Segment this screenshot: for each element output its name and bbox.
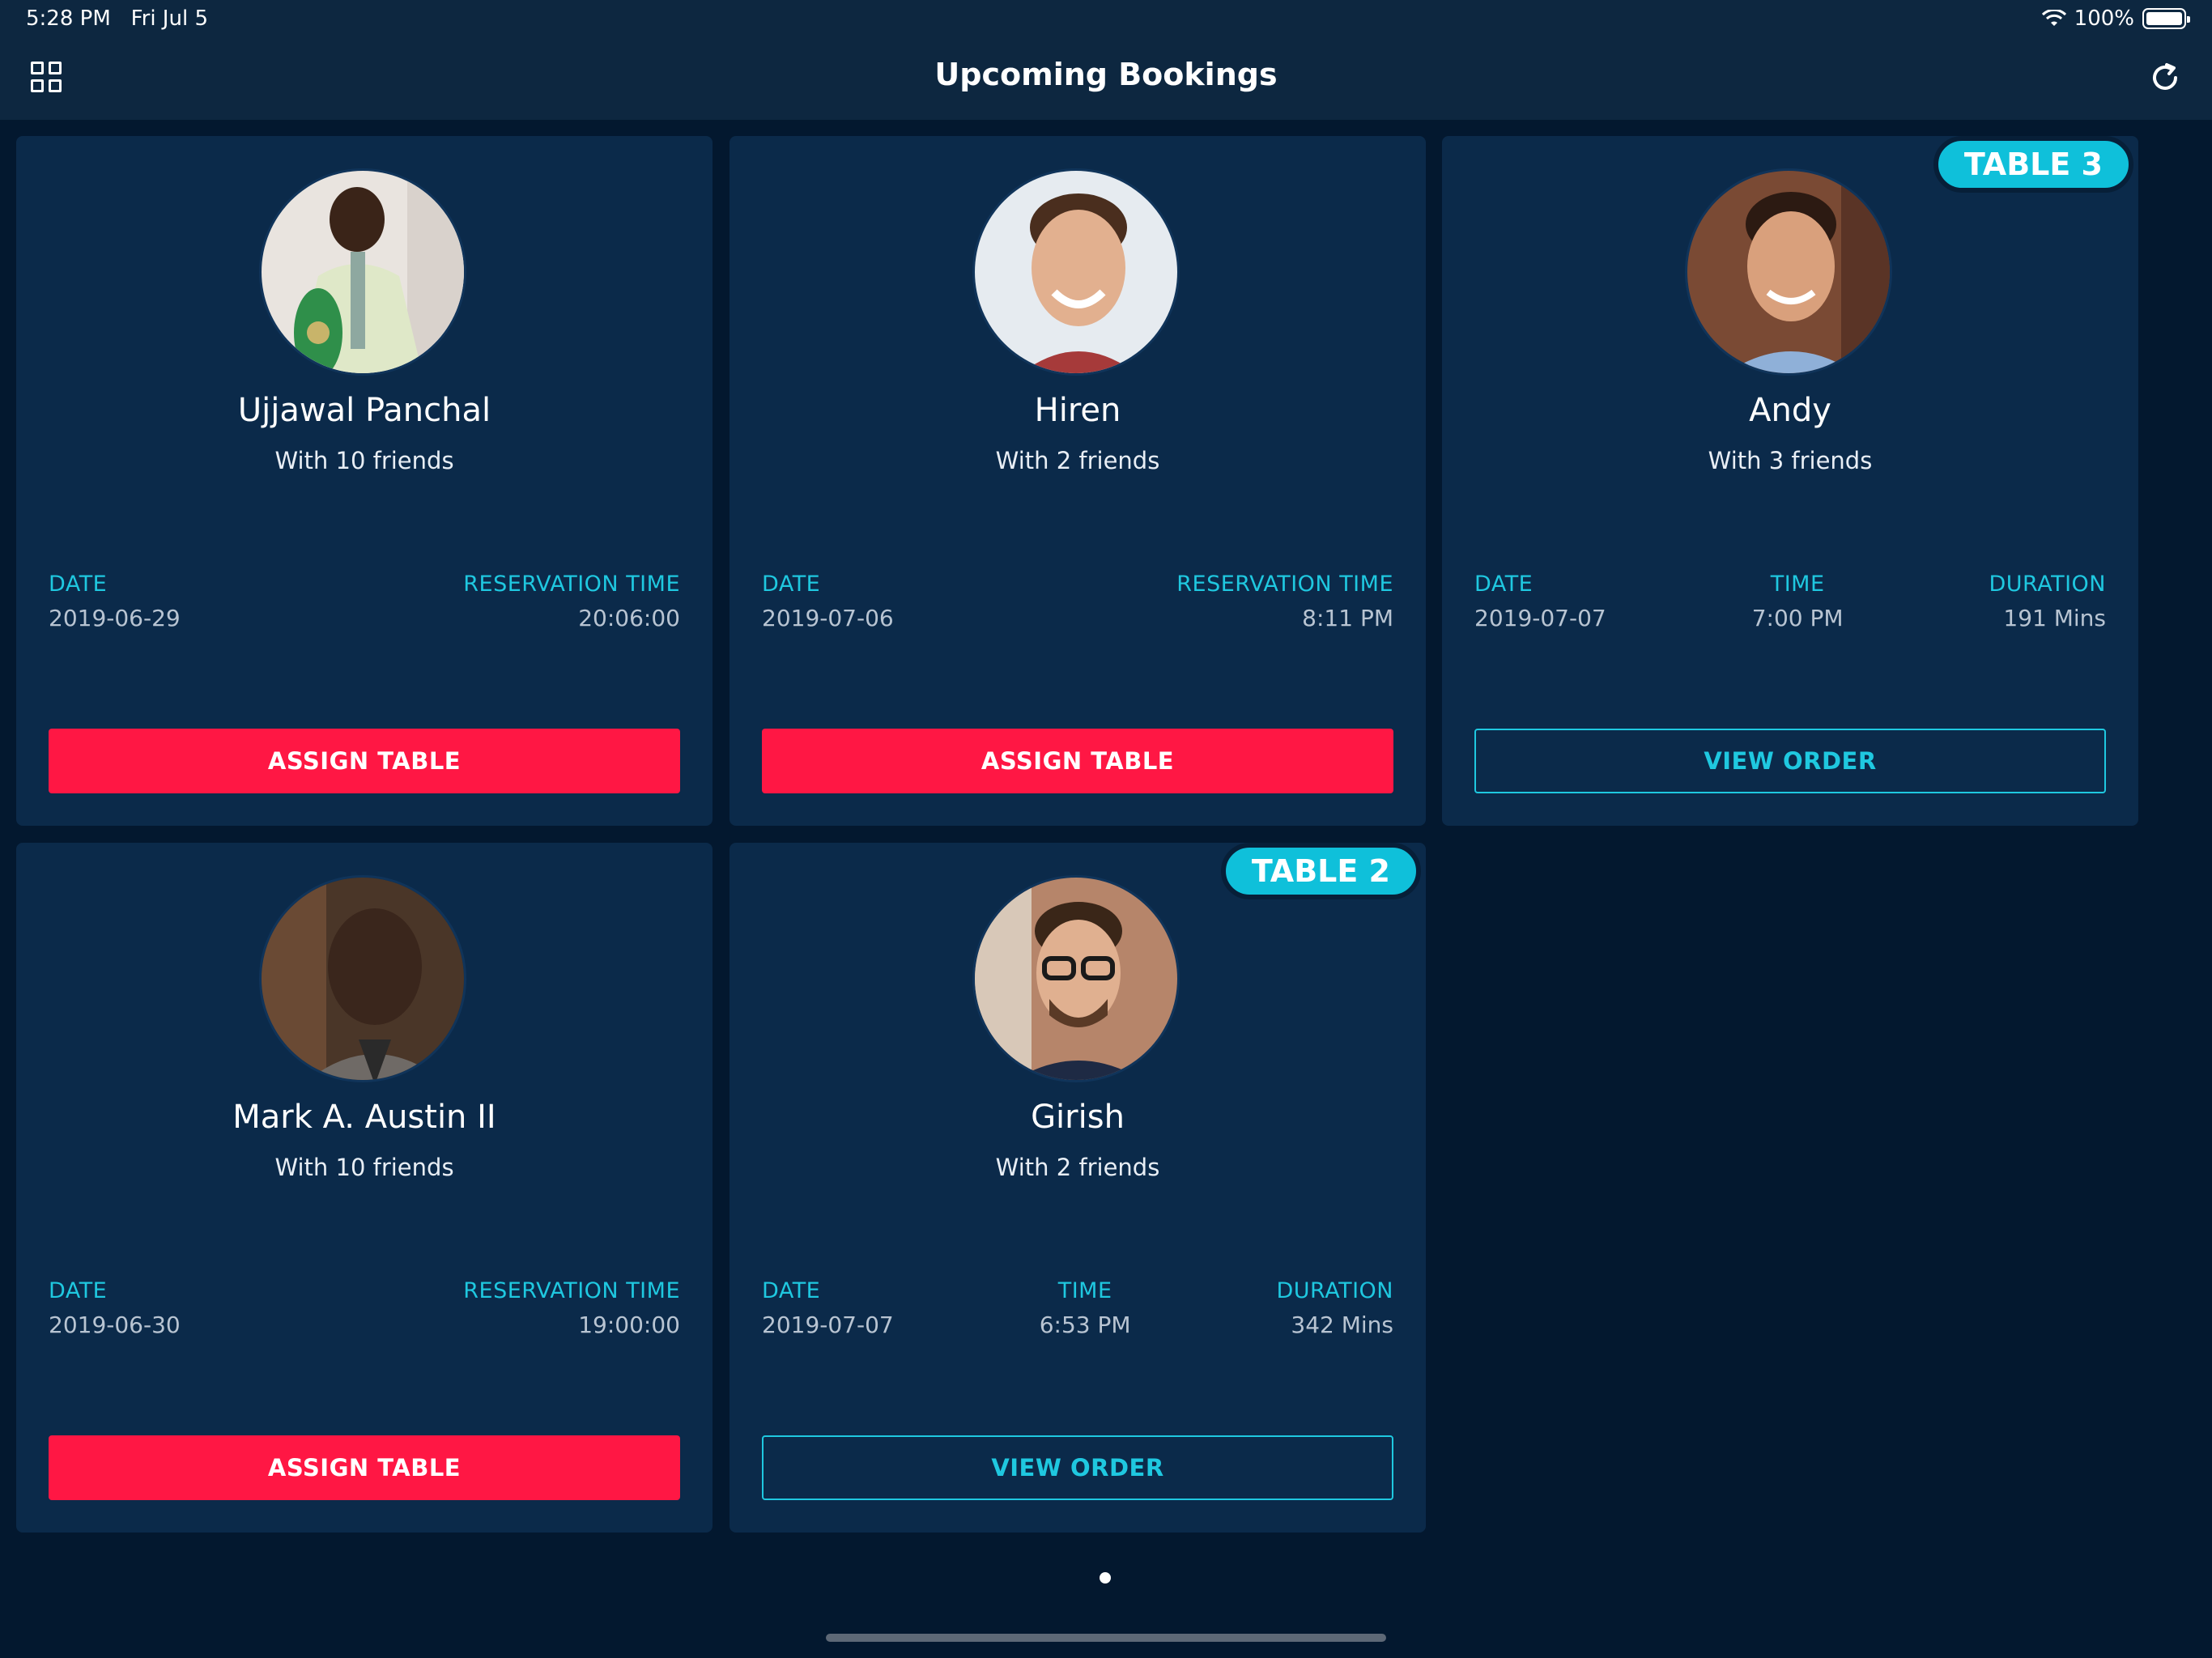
home-indicator[interactable]: [826, 1634, 1386, 1642]
status-time-date: 5:28 PM Fri Jul 5: [26, 6, 208, 31]
time-value: 7:00 PM: [1751, 605, 1844, 631]
page-indicator-dot[interactable]: [1100, 1572, 1111, 1584]
refresh-icon[interactable]: [2147, 60, 2183, 96]
date-value: 2019-07-07: [762, 1312, 894, 1338]
date-value: 2019-07-07: [1474, 605, 1606, 631]
booking-card: Ujjawal Panchal With 10 friends DATE 201…: [16, 136, 713, 826]
booking-details: DATE 2019-07-06 RESERVATION TIME 8:11 PM: [762, 572, 1393, 631]
guest-name: Girish: [1031, 1099, 1125, 1136]
time-label: TIME: [1057, 1278, 1112, 1303]
booking-details: DATE 2019-06-29 RESERVATION TIME 20:06:0…: [49, 572, 680, 631]
view-order-button[interactable]: VIEW ORDER: [762, 1435, 1393, 1500]
duration-value: 191 Mins: [2003, 605, 2106, 631]
duration-value: 342 Mins: [1291, 1312, 1393, 1338]
status-time: 5:28 PM: [26, 6, 111, 31]
party-size: With 10 friends: [274, 447, 454, 474]
avatar: [259, 875, 466, 1082]
guest-name: Andy: [1749, 392, 1831, 429]
assign-table-button[interactable]: ASSIGN TABLE: [49, 1435, 680, 1500]
time-value: 20:06:00: [578, 605, 680, 631]
booking-card: Mark A. Austin II With 10 friends DATE 2…: [16, 843, 713, 1533]
party-size: With 10 friends: [274, 1154, 454, 1181]
booking-card: TABLE 3 Andy With 3 friends DATE 2019-07…: [1442, 136, 2138, 826]
guest-name: Ujjawal Panchal: [237, 392, 491, 429]
time-label: TIME: [1770, 572, 1825, 597]
time-label: RESERVATION TIME: [463, 1278, 680, 1303]
duration-label: DURATION: [1989, 572, 2106, 597]
assign-table-button[interactable]: ASSIGN TABLE: [49, 729, 680, 793]
battery-icon: [2142, 8, 2190, 29]
date-label: DATE: [1474, 572, 1534, 597]
date-label: DATE: [762, 572, 821, 597]
time-value: 19:00:00: [578, 1312, 680, 1338]
time-label: RESERVATION TIME: [1176, 572, 1393, 597]
booking-details: DATE 2019-06-30 RESERVATION TIME 19:00:0…: [49, 1278, 680, 1338]
table-badge: TABLE 3: [1933, 136, 2133, 193]
booking-details: DATE 2019-07-07 TIME 6:53 PM DURATION 34…: [762, 1278, 1393, 1338]
party-size: With 2 friends: [995, 1154, 1160, 1181]
date-value: 2019-06-29: [49, 605, 181, 631]
booking-card: Hiren With 2 friends DATE 2019-07-06 RES…: [730, 136, 1426, 826]
table-badge: TABLE 2: [1220, 843, 1421, 899]
guest-name: Mark A. Austin II: [232, 1099, 496, 1136]
wifi-icon: [2041, 10, 2066, 26]
view-order-button[interactable]: VIEW ORDER: [1474, 729, 2106, 793]
guest-name: Hiren: [1034, 392, 1121, 429]
date-label: DATE: [762, 1278, 821, 1303]
time-label: RESERVATION TIME: [463, 572, 680, 597]
time-value: 6:53 PM: [1039, 1312, 1131, 1338]
battery-percent: 100%: [2074, 6, 2134, 31]
booking-details: DATE 2019-07-07 TIME 7:00 PM DURATION 19…: [1474, 572, 2106, 631]
party-size: With 3 friends: [1708, 447, 1873, 474]
avatar: [259, 168, 466, 376]
status-indicators: 100%: [2041, 6, 2190, 31]
booking-card: TABLE 2 Girish With 2 friends DATE 2019-…: [730, 843, 1426, 1533]
avatar: [1685, 168, 1892, 376]
party-size: With 2 friends: [995, 447, 1160, 474]
avatar: [972, 168, 1180, 376]
app-root: 5:28 PM Fri Jul 5 100% Upcoming Bookings: [0, 0, 2212, 1658]
status-date: Fri Jul 5: [130, 6, 208, 31]
top-bar: 5:28 PM Fri Jul 5 100% Upcoming Bookings: [0, 0, 2212, 120]
date-label: DATE: [49, 572, 108, 597]
date-value: 2019-06-30: [49, 1312, 181, 1338]
time-value: 8:11 PM: [1302, 605, 1393, 631]
page-title: Upcoming Bookings: [934, 57, 1278, 92]
assign-table-button[interactable]: ASSIGN TABLE: [762, 729, 1393, 793]
avatar: [972, 875, 1180, 1082]
date-value: 2019-07-06: [762, 605, 894, 631]
duration-label: DURATION: [1276, 1278, 1393, 1303]
date-label: DATE: [49, 1278, 108, 1303]
